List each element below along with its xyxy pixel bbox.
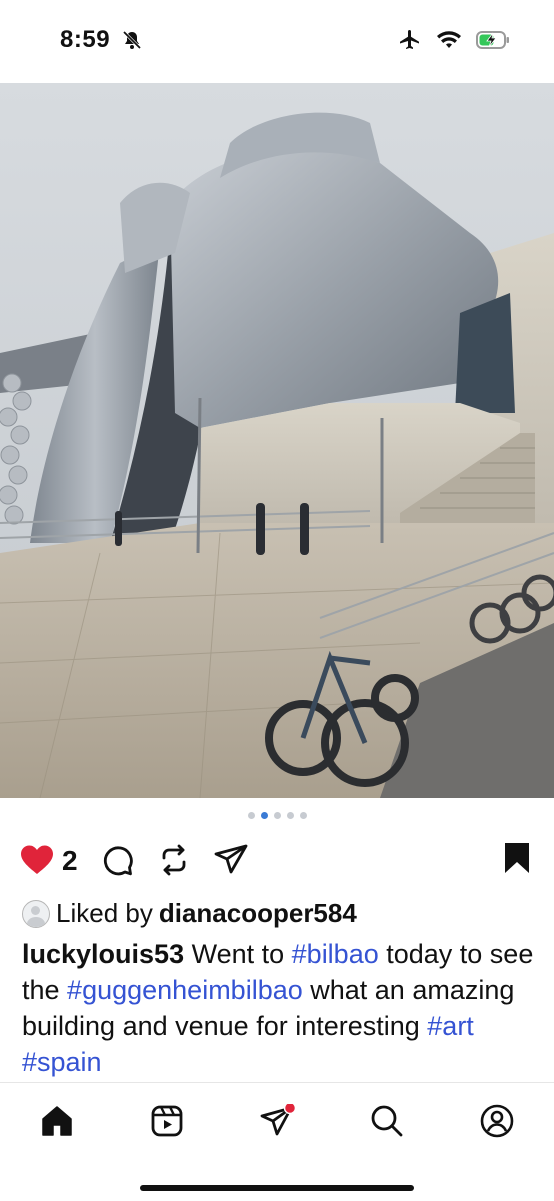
liked-by[interactable]: Liked by dianacooper584: [22, 898, 357, 929]
tab-profile[interactable]: [477, 1101, 517, 1141]
silent-bell-icon: [122, 30, 142, 50]
status-time: 8:59: [60, 26, 111, 53]
home-icon: [42, 1106, 72, 1136]
carousel-indicator: [0, 812, 554, 819]
guggenheim-photo-illustration: [0, 83, 554, 798]
tab-home[interactable]: [37, 1101, 77, 1141]
like-count[interactable]: 2: [62, 845, 78, 877]
profile-icon: [480, 1104, 514, 1138]
notification-dot: [283, 1104, 295, 1115]
status-bar: 8:59: [0, 0, 554, 82]
search-icon: [371, 1105, 403, 1137]
comment-icon[interactable]: [102, 844, 134, 876]
post-caption: luckylouis53 Went to #bilbao today to se…: [22, 936, 537, 1080]
hashtag-link[interactable]: #guggenheimbilbao: [67, 975, 303, 1005]
heart-filled-icon[interactable]: [20, 844, 54, 876]
caption-text: Went to: [184, 939, 292, 969]
direct-icon: [260, 1104, 295, 1136]
carousel-dot: [260, 812, 268, 819]
liked-by-username[interactable]: dianacooper584: [159, 898, 357, 929]
hashtag-link[interactable]: #bilbao: [292, 939, 379, 969]
liked-by-prefix: Liked by: [56, 898, 153, 928]
bookmark-filled-icon[interactable]: [504, 842, 530, 874]
post-photo[interactable]: [0, 83, 554, 798]
home-indicator: [140, 1185, 414, 1191]
carousel-dot: [286, 812, 294, 819]
tab-reels[interactable]: [147, 1101, 187, 1141]
wifi-icon: [437, 31, 461, 48]
tab-direct[interactable]: [257, 1101, 297, 1141]
avatar: [22, 899, 50, 928]
tab-search[interactable]: [367, 1101, 407, 1141]
battery-charging-icon: [476, 31, 509, 49]
airplane-icon: [400, 30, 419, 49]
post-actions: 2: [0, 840, 554, 882]
share-icon[interactable]: [214, 844, 248, 876]
hashtag-link[interactable]: #spain: [22, 1047, 102, 1077]
caption-username[interactable]: luckylouis53: [22, 939, 184, 969]
tab-bar: [0, 1082, 554, 1201]
repost-icon[interactable]: [158, 843, 190, 877]
carousel-dot: [273, 812, 281, 819]
carousel-dot: [247, 812, 255, 819]
hashtag-link[interactable]: #art: [427, 1011, 474, 1041]
reels-icon: [151, 1105, 183, 1137]
carousel-dot: [299, 812, 307, 819]
